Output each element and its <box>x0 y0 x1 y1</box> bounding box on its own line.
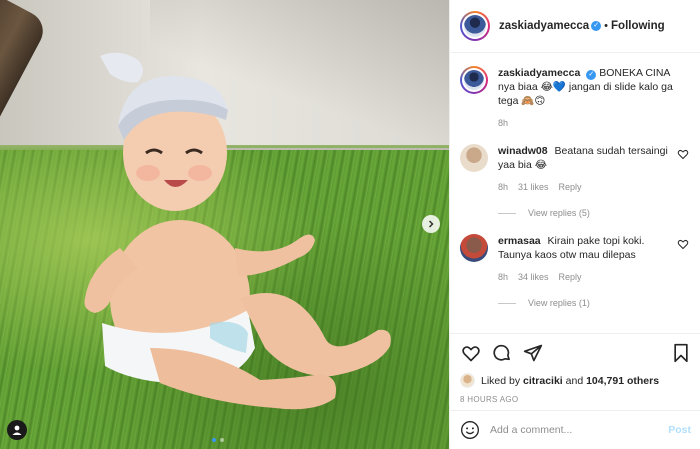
share-icon <box>523 344 542 362</box>
post-comment-button[interactable]: Post <box>668 424 691 436</box>
comment-avatar[interactable] <box>460 234 488 262</box>
comment-likes[interactable]: 34 likes <box>518 270 549 284</box>
liker-avatar[interactable] <box>460 373 475 388</box>
author-avatar[interactable] <box>460 11 490 41</box>
user-tag-icon <box>12 425 22 435</box>
share-button[interactable] <box>522 343 543 364</box>
likes-summary: Liked by citraciki and 104,791 others <box>460 373 691 388</box>
comment-username[interactable]: ermasaa <box>498 235 541 247</box>
comment-heart-icon[interactable] <box>677 238 689 250</box>
comment-time: 8h <box>498 182 509 192</box>
following-button[interactable]: Following <box>611 20 665 32</box>
reply-button[interactable]: Reply <box>559 180 582 194</box>
carousel-indicator <box>212 438 224 442</box>
post-timestamp[interactable]: 8 HOURS AGO <box>460 395 691 404</box>
comment-avatar[interactable] <box>460 144 488 172</box>
comment-row: ermasaa Kirain pake topi koki. Taunya ka… <box>460 234 689 310</box>
comment-button[interactable] <box>491 343 512 364</box>
add-comment-input[interactable] <box>490 424 669 436</box>
caption-avatar[interactable] <box>460 66 488 94</box>
comment-icon <box>492 344 510 361</box>
bookmark-icon <box>673 343 688 363</box>
user-tag-button[interactable] <box>7 420 27 440</box>
comment-time: 8h <box>498 272 509 282</box>
view-replies-button[interactable]: View replies (5) <box>498 206 678 220</box>
comments-list[interactable]: zaskiadyamecca ✓ BONEKA CINA nya biaa 😂💙 … <box>450 54 700 334</box>
add-comment-bar: Post <box>450 410 700 449</box>
caption-row: zaskiadyamecca ✓ BONEKA CINA nya biaa 😂💙 … <box>460 66 689 130</box>
comment-likes[interactable]: 31 likes <box>518 180 549 194</box>
liker-username[interactable]: citraciki <box>523 375 563 387</box>
chevron-right-icon <box>428 220 434 228</box>
view-replies-button[interactable]: View replies (1) <box>498 296 678 310</box>
author-username[interactable]: zaskiadyamecca <box>499 20 589 32</box>
carousel-dot-active <box>212 438 216 442</box>
post-photo[interactable] <box>0 0 449 449</box>
like-button[interactable] <box>460 343 481 364</box>
caption-username[interactable]: zaskiadyamecca <box>498 67 580 79</box>
post-side-panel: zaskiadyamecca ✓ • Following zaskiadyame… <box>449 0 700 449</box>
heart-icon <box>461 346 480 362</box>
verified-badge-icon: ✓ <box>586 70 597 80</box>
comment-username[interactable]: winadw08 <box>498 145 548 157</box>
post-actions: Liked by citraciki and 104,791 others 8 … <box>450 333 700 404</box>
caption-time: 8h <box>498 118 509 128</box>
header-separator: • <box>604 20 609 32</box>
carousel-dot <box>220 438 224 442</box>
comment-heart-icon[interactable] <box>677 148 689 160</box>
post-header: zaskiadyamecca ✓ • Following <box>450 0 700 53</box>
comment-row: winadw08 Beatana sudah tersaingi yaa bia… <box>460 144 689 220</box>
avatar-image <box>464 15 486 37</box>
save-button[interactable] <box>670 343 691 364</box>
photo-baby-figure <box>84 52 391 410</box>
reply-button[interactable]: Reply <box>559 270 582 284</box>
verified-badge-icon: ✓ <box>591 21 602 31</box>
carousel-next-button[interactable] <box>422 215 440 233</box>
emoji-icon[interactable] <box>460 420 480 440</box>
likes-count[interactable]: 104,791 others <box>586 375 659 387</box>
